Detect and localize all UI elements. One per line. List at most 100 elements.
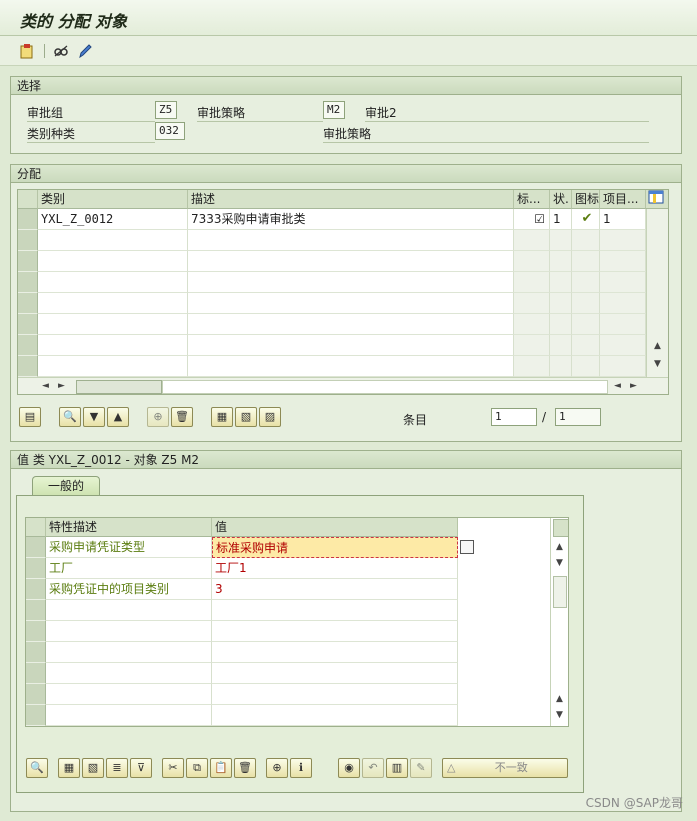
binoculars-button[interactable]: ◉ (338, 758, 360, 778)
scroll-left-icon[interactable]: ◄ (614, 381, 621, 391)
delete-row-button[interactable]: 🗑 (171, 407, 193, 427)
select-block-button[interactable]: ▧ (82, 758, 104, 778)
scroll-right-icon[interactable]: ► (58, 381, 65, 391)
empty-cell[interactable] (550, 230, 572, 251)
row-selector[interactable] (26, 621, 46, 642)
col-description[interactable]: 描述 (188, 190, 514, 209)
entry-field[interactable]: 1 (491, 408, 537, 426)
empty-cell[interactable] (550, 356, 572, 377)
paste-button[interactable]: 📋 (210, 758, 232, 778)
deselect-all-button[interactable]: ▨ (259, 407, 281, 427)
empty-cell[interactable] (600, 272, 646, 293)
empty-cell[interactable] (600, 293, 646, 314)
row-selector[interactable] (18, 251, 38, 272)
class-type-field[interactable]: 032 (155, 122, 185, 140)
table-cell-status[interactable]: 1 (550, 209, 572, 230)
horizontal-scrollbar[interactable]: ◄ ► ◄ ► (18, 377, 668, 394)
select-block-button[interactable]: ▧ (235, 407, 257, 427)
insert-button[interactable]: ⊕ (266, 758, 288, 778)
select-all-header[interactable] (18, 190, 38, 209)
empty-cell[interactable] (212, 684, 458, 705)
display-change-icon[interactable] (52, 42, 70, 60)
scroll-up-icon[interactable]: ▲ (654, 341, 661, 351)
scroll-right-icon[interactable]: ► (630, 381, 637, 391)
empty-cell[interactable] (514, 356, 550, 377)
empty-cell[interactable] (38, 314, 188, 335)
row-selector[interactable] (18, 293, 38, 314)
find-button[interactable]: 🔍 (59, 407, 81, 427)
empty-cell[interactable] (572, 314, 600, 335)
table-settings-icon[interactable] (646, 190, 668, 209)
details-button[interactable]: ▤ (19, 407, 41, 427)
empty-cell[interactable] (572, 230, 600, 251)
empty-cell[interactable] (572, 356, 600, 377)
scroll-track[interactable] (162, 380, 608, 394)
empty-cell[interactable] (514, 314, 550, 335)
find-button[interactable]: 🔍 (26, 758, 48, 778)
empty-cell[interactable] (514, 272, 550, 293)
scroll-thumb[interactable] (553, 576, 567, 608)
value-input-active[interactable]: 标准采购申请 (212, 537, 458, 558)
table-settings-icon[interactable] (553, 519, 568, 537)
scroll-down-icon[interactable]: ▼ (556, 558, 563, 568)
empty-cell[interactable] (600, 356, 646, 377)
filter-button[interactable]: ⊽ (130, 758, 152, 778)
empty-cell[interactable] (600, 335, 646, 356)
table-cell-item[interactable]: 1 (600, 209, 646, 230)
table-cell-value[interactable]: 工厂1 (212, 558, 458, 579)
edit-button[interactable]: ✎ (410, 758, 432, 778)
empty-cell[interactable] (514, 230, 550, 251)
empty-cell[interactable] (188, 230, 514, 251)
row-selector[interactable] (18, 314, 38, 335)
empty-cell[interactable] (38, 356, 188, 377)
empty-cell[interactable] (514, 251, 550, 272)
row-selector[interactable] (26, 579, 46, 600)
empty-cell[interactable] (600, 314, 646, 335)
empty-cell[interactable] (212, 642, 458, 663)
table-cell-description[interactable]: 7333采购申请审批类 (188, 209, 514, 230)
empty-cell[interactable] (46, 705, 212, 726)
row-selector[interactable] (26, 600, 46, 621)
row-selector[interactable] (26, 537, 46, 558)
col-icon[interactable]: 图标 (572, 190, 600, 209)
col-standard[interactable]: 标... (514, 190, 550, 209)
scroll-down-icon[interactable]: ▼ (654, 359, 661, 369)
empty-cell[interactable] (38, 335, 188, 356)
empty-cell[interactable] (188, 251, 514, 272)
empty-cell[interactable] (46, 621, 212, 642)
empty-cell[interactable] (572, 335, 600, 356)
empty-cell[interactable] (572, 251, 600, 272)
empty-cell[interactable] (600, 251, 646, 272)
empty-cell[interactable] (212, 705, 458, 726)
empty-cell[interactable] (38, 251, 188, 272)
sort-button[interactable]: ≣ (106, 758, 128, 778)
tab-general[interactable]: 一般的 (32, 476, 100, 496)
empty-cell[interactable] (600, 230, 646, 251)
insert-row-button[interactable]: ⊕ (147, 407, 169, 427)
sort-ascending-button[interactable]: ▲ (107, 407, 129, 427)
select-all-header[interactable] (26, 518, 46, 537)
assign-icon[interactable] (18, 42, 36, 60)
row-selector[interactable] (18, 356, 38, 377)
row-selector[interactable] (26, 642, 46, 663)
row-selector[interactable] (26, 705, 46, 726)
col-item[interactable]: 项目... (600, 190, 646, 209)
empty-cell[interactable] (514, 335, 550, 356)
undo-button[interactable]: ↶ (362, 758, 384, 778)
approval-strategy-field[interactable]: M2 (323, 101, 345, 119)
scroll-up-icon[interactable]: ▲ (556, 694, 563, 704)
scroll-thumb[interactable] (76, 380, 162, 394)
empty-cell[interactable] (46, 642, 212, 663)
info-button[interactable]: ℹ (290, 758, 312, 778)
empty-cell[interactable] (188, 356, 514, 377)
empty-cell[interactable] (550, 335, 572, 356)
empty-cell[interactable] (212, 663, 458, 684)
empty-cell[interactable] (572, 293, 600, 314)
vertical-scrollbar[interactable]: ▲ ▼ ▲ ▼ (550, 518, 568, 726)
vertical-scrollbar[interactable]: ▲ ▼ (646, 209, 668, 377)
row-selector[interactable] (18, 230, 38, 251)
standard-checkbox[interactable]: ☑ (514, 209, 550, 230)
empty-cell[interactable] (46, 684, 212, 705)
col-status[interactable]: 状. (550, 190, 572, 209)
col-value[interactable]: 值 (212, 518, 458, 537)
